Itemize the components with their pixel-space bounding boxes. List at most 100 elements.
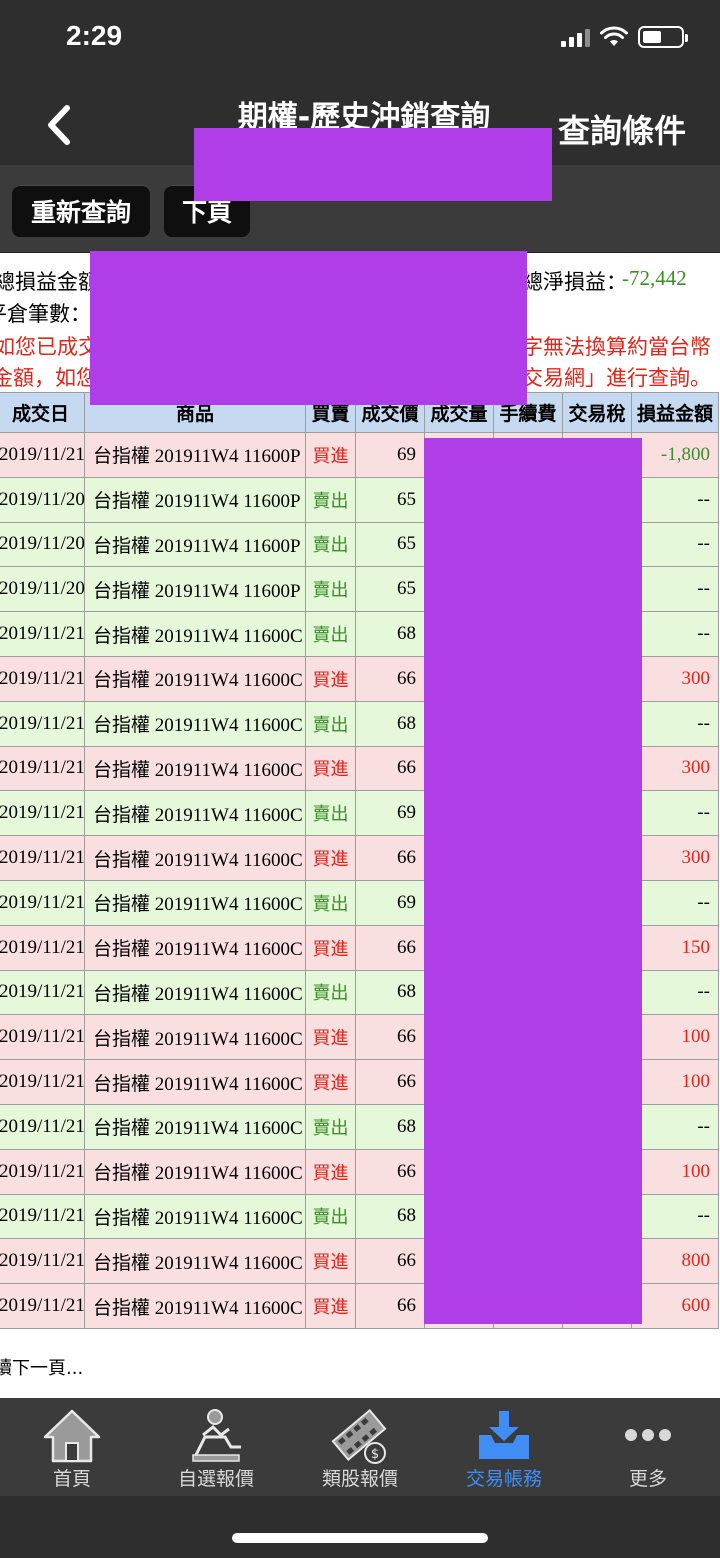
home-indicator[interactable] [232, 1533, 488, 1543]
cell-product: 台指權 201911W4 11600C [84, 1014, 306, 1061]
cell-side: 買進 [305, 1148, 356, 1195]
tab-label: 更多 [628, 1468, 667, 1490]
col-header-pnl: 損益金額 [631, 392, 719, 433]
home-indicator-area [0, 1496, 720, 1558]
status-icons [561, 26, 688, 48]
cell-price: 66 [355, 924, 425, 971]
cell-side: 買進 [305, 1014, 356, 1061]
tab-home[interactable]: 首頁 [0, 1398, 144, 1496]
cell-price: 65 [355, 476, 425, 523]
cell-side: 買進 [305, 1059, 356, 1105]
cell-product: 台指權 201911W4 11600C [84, 1193, 306, 1240]
tab-trading-account[interactable]: 交易帳務 [432, 1398, 576, 1496]
cell-date: 2019/11/21 [0, 790, 85, 837]
net-pnl-label: 總淨損益： [522, 270, 627, 294]
cell-pnl: -- [631, 566, 719, 613]
cell-product: 台指權 201911W4 11600P [84, 476, 306, 523]
cell-price: 68 [355, 1103, 425, 1150]
cell-date: 2019/11/21 [0, 700, 85, 747]
notice-line-1-left: 如您已成交 [0, 335, 99, 359]
tab-label: 首頁 [52, 1468, 91, 1490]
cell-pnl: 150 [631, 924, 719, 971]
cell-price: 69 [355, 790, 425, 837]
cell-product: 台指權 201911W4 11600C [84, 655, 306, 702]
query-conditions-button[interactable]: 查詢條件 [558, 106, 686, 152]
net-pnl-value: -72,442 [622, 266, 687, 290]
cell-date: 2019/11/21 [0, 611, 85, 657]
cell-date: 2019/11/20 [0, 476, 85, 523]
col-header-tax: 交易稅 [562, 392, 632, 433]
cell-product: 台指權 201911W4 11600C [84, 969, 306, 1016]
cell-product: 台指權 201911W4 11600C [84, 790, 306, 837]
cell-pnl: 800 [631, 1238, 719, 1285]
cell-date: 2019/11/21 [0, 1283, 85, 1329]
cell-price: 69 [355, 879, 425, 926]
cell-side: 賣出 [305, 1103, 356, 1150]
cell-side: 買進 [305, 1238, 356, 1285]
cell-pnl: 100 [631, 1059, 719, 1105]
tab-watchlist-quotes[interactable]: 自選報價 [144, 1398, 288, 1496]
cell-side: 賣出 [305, 790, 356, 837]
cell-date: 2019/11/21 [0, 1193, 85, 1240]
cell-date: 2019/11/21 [0, 1059, 85, 1105]
cell-price: 68 [355, 700, 425, 747]
cell-pnl: 100 [631, 1014, 719, 1061]
cell-pnl: -- [631, 969, 719, 1016]
cell-date: 2019/11/21 [0, 432, 85, 478]
cell-date: 2019/11/21 [0, 655, 85, 702]
cell-pnl: -- [631, 476, 719, 523]
cell-product: 台指權 201911W4 11600C [84, 1283, 306, 1329]
cell-side: 買進 [305, 432, 356, 478]
cell-date: 2019/11/20 [0, 521, 85, 568]
cell-pnl: -- [631, 879, 719, 926]
status-time: 2:29 [66, 20, 123, 51]
col-header-date: 成交日 [0, 392, 85, 433]
cell-side: 賣出 [305, 879, 356, 926]
cell-date: 2019/11/21 [0, 745, 85, 792]
tab-label: 交易帳務 [465, 1468, 542, 1490]
cell-product: 台指權 201911W4 11600C [84, 745, 306, 792]
cellular-signal-icon [561, 27, 590, 47]
cell-side: 賣出 [305, 1193, 356, 1240]
cell-price: 66 [355, 1148, 425, 1195]
cell-side: 賣出 [305, 476, 356, 523]
cell-product: 台指權 201911W4 11600P [84, 566, 306, 613]
cell-date: 2019/11/20 [0, 566, 85, 613]
cell-side: 買進 [305, 835, 356, 881]
cell-side: 買進 [305, 1283, 356, 1329]
continue-next-page-note: 續下一頁... [0, 1358, 84, 1379]
cell-price: 65 [355, 521, 425, 568]
more-dots-icon [625, 1429, 671, 1441]
film-coin-icon: $ [331, 1408, 387, 1464]
cell-product: 台指權 201911W4 11600C [84, 700, 306, 747]
cell-product: 台指權 201911W4 11600P [84, 521, 306, 568]
cell-pnl: -- [631, 700, 719, 747]
cell-product: 台指權 201911W4 11600C [84, 879, 306, 926]
cell-price: 68 [355, 1193, 425, 1240]
tab-more[interactable]: 更多 [576, 1398, 720, 1496]
cell-product: 台指權 201911W4 11600C [84, 611, 306, 657]
cell-side: 買進 [305, 924, 356, 971]
cell-price: 69 [355, 432, 425, 478]
cell-price: 68 [355, 611, 425, 657]
cell-side: 賣出 [305, 521, 356, 568]
cell-date: 2019/11/21 [0, 879, 85, 926]
cell-pnl: -- [631, 1193, 719, 1240]
cell-pnl: -- [631, 1103, 719, 1150]
cell-date: 2019/11/21 [0, 1103, 85, 1150]
tab-sector-quotes[interactable]: $ 類股報價 [288, 1398, 432, 1496]
redaction-block [424, 438, 642, 1324]
cell-pnl: -- [631, 611, 719, 657]
cell-product: 台指權 201911W4 11600C [84, 1148, 306, 1195]
notice-line-2-right: 交易網」進行查詢。 [522, 366, 711, 390]
cell-pnl: -- [631, 790, 719, 837]
cell-price: 68 [355, 969, 425, 1016]
cell-product: 台指權 201911W4 11600C [84, 1059, 306, 1105]
cell-product: 台指權 201911W4 11600P [84, 432, 306, 478]
requery-button[interactable]: 重新查詢 [12, 185, 150, 237]
bottom-tab-bar: 首頁 自選報價 $ 類股報價 交易帳務 更多 [0, 1398, 720, 1496]
cell-product: 台指權 201911W4 11600C [84, 1238, 306, 1285]
redaction-block [90, 251, 527, 405]
cell-product: 台指權 201911W4 11600C [84, 924, 306, 971]
tab-label: 自選報價 [177, 1468, 254, 1490]
